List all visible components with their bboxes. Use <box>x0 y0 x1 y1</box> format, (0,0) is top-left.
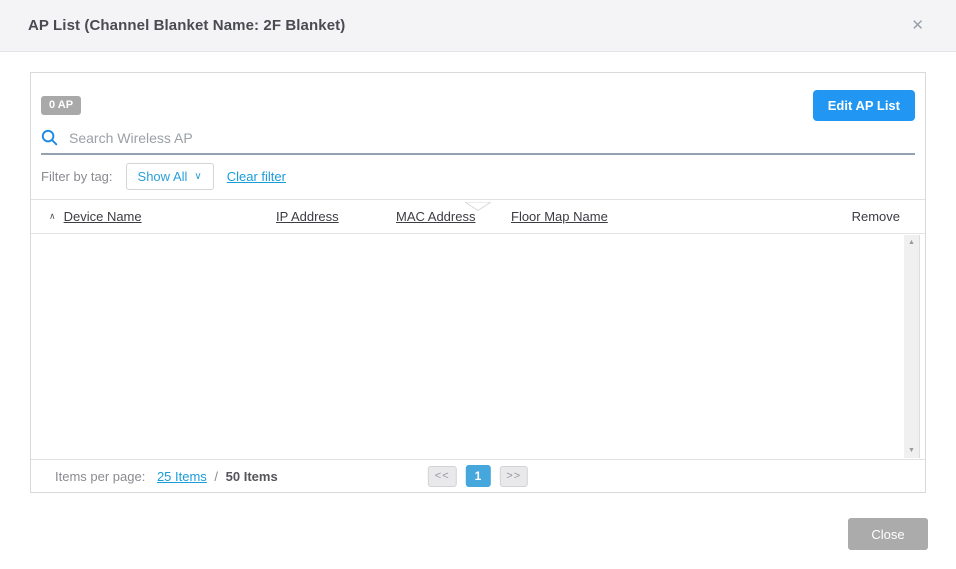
panel-toolbar: 0 AP Edit AP List <box>31 73 925 121</box>
search-icon <box>41 129 58 146</box>
pagination-page-1-button[interactable]: 1 <box>465 465 491 487</box>
ap-list-dialog: AP List (Channel Blanket Name: 2F Blanke… <box>0 0 956 569</box>
pagination-next-button[interactable]: >> <box>499 465 529 487</box>
close-icon[interactable]: ✕ <box>907 14 928 37</box>
filter-bar: Filter by tag: Show All ∨ Clear filter <box>41 155 915 199</box>
page-size-link[interactable]: 25 Items <box>157 469 207 484</box>
dialog-title: AP List (Channel Blanket Name: 2F Blanke… <box>28 17 346 34</box>
items-per-page: Items per page: 25 Items / 50 Items <box>55 469 278 484</box>
ap-count-badge: 0 AP <box>41 95 82 115</box>
table-footer: Items per page: 25 Items / 50 Items << 1… <box>31 459 925 492</box>
vertical-scrollbar[interactable]: ▲ ▼ <box>904 235 920 458</box>
tag-filter-dropdown[interactable]: Show All ∨ <box>125 163 214 190</box>
ap-list-panel: 0 AP Edit AP List Filter by tag: Show Al… <box>30 72 926 493</box>
search-bar <box>41 129 915 155</box>
sort-ascending-icon[interactable]: ∧ <box>49 211 56 222</box>
column-header-remove: Remove <box>851 209 900 224</box>
pagination: << 1 >> <box>427 465 529 487</box>
edit-ap-list-button[interactable]: Edit AP List <box>812 89 915 121</box>
scroll-down-icon[interactable]: ▼ <box>908 447 915 454</box>
separator: / <box>210 468 222 484</box>
pagination-prev-button[interactable]: << <box>427 465 457 487</box>
total-items-label: 50 Items <box>225 468 278 484</box>
dialog-header: AP List (Channel Blanket Name: 2F Blanke… <box>0 0 956 52</box>
close-button[interactable]: Close <box>848 518 928 550</box>
items-per-page-label: Items per page: <box>55 468 146 484</box>
search-input[interactable] <box>69 129 915 146</box>
column-header-mac-address[interactable]: MAC Address <box>396 209 511 224</box>
clear-filter-link[interactable]: Clear filter <box>227 169 286 184</box>
collapse-notch-icon <box>463 199 493 217</box>
column-header-device-name[interactable]: ∧ Device Name <box>49 209 276 224</box>
filter-divider <box>31 199 925 212</box>
chevron-down-icon: ∨ <box>194 171 202 182</box>
filter-by-tag-label: Filter by tag: <box>41 169 113 184</box>
tag-filter-value: Show All <box>137 169 188 184</box>
column-header-floor-map-name[interactable]: Floor Map Name <box>511 209 852 224</box>
column-header-ip-address[interactable]: IP Address <box>276 209 396 224</box>
scroll-up-icon[interactable]: ▲ <box>908 239 915 246</box>
table-body-empty: ▲ ▼ <box>31 234 925 459</box>
